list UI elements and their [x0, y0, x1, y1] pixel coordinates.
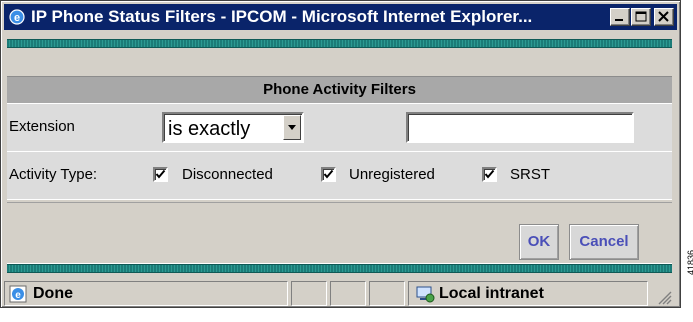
svg-text:e: e: [15, 290, 21, 301]
status-pane-empty-3: [369, 281, 405, 306]
ok-button[interactable]: OK: [519, 224, 559, 260]
disconnected-label: Disconnected: [182, 166, 273, 183]
close-button[interactable]: [654, 8, 674, 26]
svg-text:e: e: [14, 12, 20, 24]
security-zone-text: Local intranet: [439, 285, 544, 302]
action-buttons-row: OK Cancel: [7, 202, 672, 264]
disconnected-checkbox[interactable]: [153, 167, 168, 182]
status-bar: e Done Local intranet: [4, 281, 677, 306]
section-title: Phone Activity Filters: [7, 76, 672, 104]
status-pane-empty-2: [330, 281, 366, 306]
dropdown-arrow-button[interactable]: [283, 115, 301, 140]
internet-explorer-icon: e: [8, 8, 26, 26]
activity-type-label: Activity Type:: [9, 166, 98, 183]
window-title: IP Phone Status Filters - IPCOM - Micros…: [31, 7, 533, 26]
figure-number: 41836: [686, 249, 693, 275]
checkmark-icon: [323, 169, 334, 179]
resize-grip-icon[interactable]: [656, 289, 672, 310]
title-bar[interactable]: e IP Phone Status Filters - IPCOM - Micr…: [4, 4, 677, 30]
extension-label: Extension: [9, 118, 75, 135]
security-zone-pane: Local intranet: [408, 281, 648, 306]
unregistered-label: Unregistered: [349, 166, 435, 183]
extension-filter-row: Extension is exactly: [7, 104, 672, 152]
activity-type-row: Activity Type: Disconnected Unregistered…: [7, 152, 672, 200]
srst-checkbox[interactable]: [482, 167, 497, 182]
top-divider: [7, 39, 672, 48]
extension-operator-value: is exactly: [168, 118, 251, 140]
bottom-divider: [7, 264, 672, 273]
extension-value-input[interactable]: [406, 112, 634, 143]
status-pane-empty-1: [291, 281, 327, 306]
checkmark-icon: [155, 169, 166, 179]
dialog-content: Phone Activity Filters Extension is exac…: [7, 35, 672, 273]
maximize-icon: [635, 11, 647, 22]
unregistered-checkbox[interactable]: [321, 167, 336, 182]
minimize-icon: [615, 19, 623, 21]
status-pane-main: e Done: [4, 281, 288, 306]
cancel-button[interactable]: Cancel: [569, 224, 639, 260]
page-done-icon: e: [8, 284, 28, 309]
intranet-zone-icon: [415, 284, 435, 309]
extension-operator-select[interactable]: is exactly: [162, 112, 304, 143]
chevron-down-icon: [288, 125, 296, 130]
minimize-button[interactable]: [610, 8, 630, 26]
status-text: Done: [33, 285, 73, 302]
checkmark-icon: [484, 169, 495, 179]
close-icon: [658, 11, 669, 22]
maximize-button[interactable]: [631, 8, 651, 26]
srst-label: SRST: [510, 166, 551, 183]
browser-popup-window: e IP Phone Status Filters - IPCOM - Micr…: [0, 0, 681, 308]
